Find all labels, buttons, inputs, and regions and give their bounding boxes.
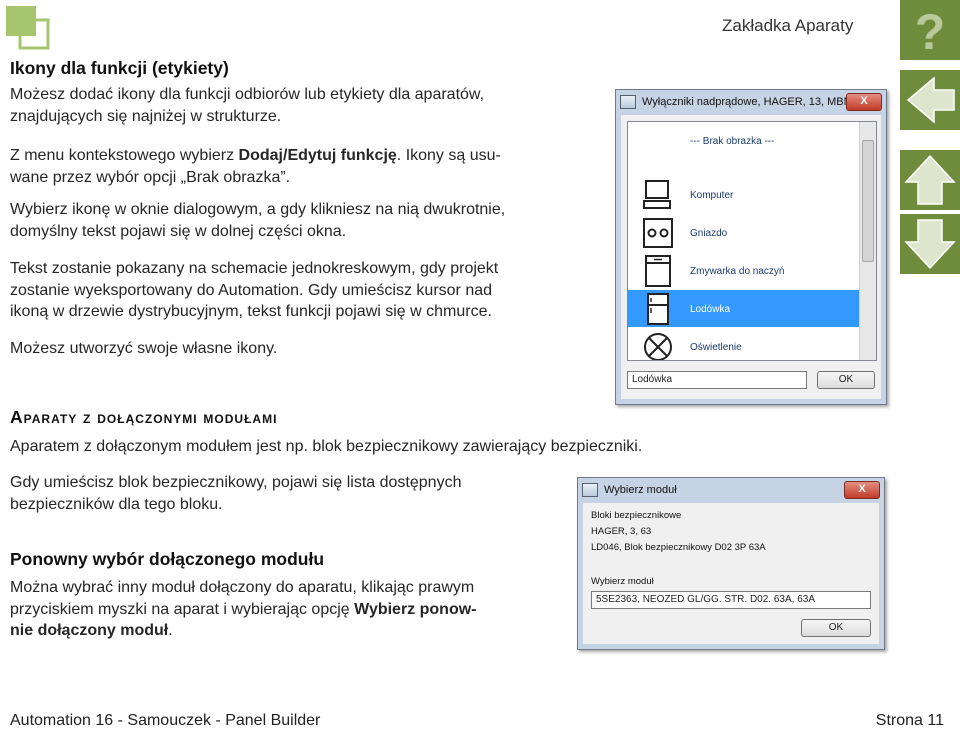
module-dialog: Wybierz moduł X Bloki bezpiecznikowe HAG…: [577, 477, 885, 650]
up-button[interactable]: [900, 150, 960, 210]
module-dialog-titlebar[interactable]: Wybierz moduł: [578, 478, 884, 502]
module-select[interactable]: 5SE2363, NEOZED GL/GG. STR. D02. 63A, 63…: [591, 591, 871, 609]
ok-button[interactable]: OK: [801, 619, 871, 637]
section3-p1: Można wybrać inny moduł dołączony do apa…: [10, 579, 477, 639]
list-item[interactable]: --- Brak obrazka ---: [628, 136, 860, 173]
back-arrow-icon: [906, 76, 955, 124]
icon-dialog-body: --- Brak obrazka --- Komputer Gniazdo Zm…: [621, 115, 881, 399]
up-arrow-icon: [904, 154, 956, 205]
ok-button[interactable]: OK: [817, 371, 875, 389]
footer-left: Automation 16 - Samouczek - Panel Builde…: [10, 712, 321, 729]
section1-p2: Z menu kontekstowego wybierz Dodaj/Edytu…: [10, 147, 501, 186]
label-text-field[interactable]: Lodówka: [627, 371, 807, 389]
module-dialog-title: Wybierz moduł: [604, 484, 677, 496]
list-item[interactable]: Oświetlenie: [628, 328, 860, 360]
close-button[interactable]: X: [844, 481, 880, 499]
list-item[interactable]: Komputer: [628, 176, 860, 213]
section3-heading: Ponowny wybór dołączonego modułu: [10, 549, 325, 569]
down-button[interactable]: [900, 214, 960, 274]
help-icon: ?: [915, 4, 946, 60]
block-line: LD046, Blok bezpiecznikowy D02 3P 63A: [591, 542, 766, 553]
scrollbar-thumb[interactable]: [862, 140, 874, 262]
page-number: Strona 11: [875, 712, 944, 729]
dishwasher-icon: [645, 255, 671, 287]
section-title: Zakładka Aparaty: [722, 16, 854, 35]
section1-p4: Tekst zostanie pokazany na schemacie jed…: [10, 260, 499, 320]
list-scrollbar[interactable]: [859, 122, 876, 360]
section1-p1: Możesz dodać ikony dla funkcji odbiorów …: [10, 86, 485, 125]
select-label: Wybierz moduł: [591, 576, 654, 587]
module-select-value: 5SE2363, NEOZED GL/GG. STR. D02. 63A, 63…: [596, 594, 815, 605]
device-line: HAGER, 3, 63: [591, 526, 652, 537]
back-button[interactable]: [900, 70, 960, 130]
section1-p5: Możesz utworzyć swoje własne ikony.: [10, 340, 278, 357]
list-item-selected[interactable]: Lodówka: [628, 290, 860, 327]
section1-heading: Ikony dla funkcji (etykiety): [10, 58, 229, 78]
list-item[interactable]: Gniazdo: [628, 214, 860, 251]
icon-dialog-title: Wyłączniki nadprądowe, HAGER, 13, MBN...: [642, 96, 861, 108]
down-arrow-icon: [904, 219, 956, 270]
section1-p3: Wybierz ikonę w oknie dialogowym, a gdy …: [10, 201, 506, 240]
group-label: Bloki bezpiecznikowe: [591, 510, 682, 521]
icon-dialog: Wyłączniki nadprądowe, HAGER, 13, MBN...…: [615, 89, 887, 405]
lamp-icon: [644, 333, 672, 360]
close-button[interactable]: X: [846, 93, 882, 111]
module-dialog-body: Bloki bezpiecznikowe HAGER, 3, 63 LD046,…: [583, 503, 879, 644]
icon-list[interactable]: --- Brak obrazka --- Komputer Gniazdo Zm…: [627, 121, 877, 361]
computer-icon: [643, 180, 671, 209]
window-icon: [582, 483, 598, 497]
section2-p2: Gdy umieścisz blok bezpiecznikowy, pojaw…: [10, 474, 462, 513]
help-button[interactable]: ?: [900, 0, 960, 60]
svg-text:?: ?: [915, 4, 946, 60]
window-icon: [620, 95, 636, 109]
list-item[interactable]: Zmywarka do naczyń: [628, 252, 860, 289]
section2-heading: Aparaty z dołączonymi modułami: [10, 407, 278, 427]
logo: [6, 6, 50, 50]
section2-p1: Aparatem z dołączonym modułem jest np. b…: [10, 438, 643, 455]
fridge-icon: [647, 293, 669, 325]
socket-icon: [643, 218, 673, 248]
